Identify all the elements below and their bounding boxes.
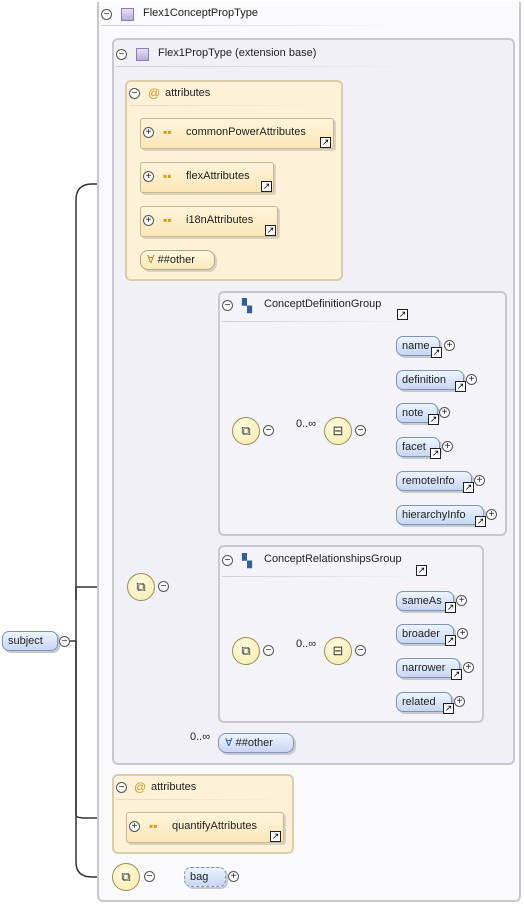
expand-icon[interactable]: + (143, 215, 154, 226)
expand-icon[interactable]: + (466, 374, 477, 385)
at-icon: @ (134, 780, 147, 794)
sequence-compositor-icon[interactable]: ⧉ (232, 417, 260, 445)
cardinality-label: 0..∞ (296, 638, 317, 650)
expand-icon[interactable]: + (143, 171, 154, 182)
element-remoteinfo[interactable]: remoteInfo (396, 471, 472, 491)
complex-type-icon (136, 48, 149, 61)
attributes-title: attributes (151, 781, 197, 793)
sequence-compositor-icon[interactable]: ⧉ (112, 863, 140, 891)
link-arrow-icon[interactable]: ↗ (416, 565, 427, 576)
cardinality-label: 0..∞ (190, 731, 211, 743)
complex-type-label: Flex1ConceptPropType (143, 7, 258, 19)
expand-icon[interactable]: + (454, 696, 465, 707)
element-bag[interactable]: bag (184, 867, 226, 887)
link-arrow-icon[interactable]: ↗ (475, 516, 486, 527)
link-arrow-icon[interactable]: ↗ (463, 482, 474, 493)
expand-icon[interactable]: + (463, 662, 474, 673)
collapse-icon[interactable]: − (263, 645, 274, 656)
link-arrow-icon[interactable]: ↗ (430, 448, 441, 459)
complex-type-icon (121, 8, 134, 21)
subject-element[interactable]: subject (2, 631, 58, 651)
collapse-icon[interactable]: − (116, 782, 127, 793)
attribute-group-icon: ▪▪ (163, 213, 172, 227)
any-element[interactable]: ∀ ##other (218, 733, 294, 753)
link-arrow-icon[interactable]: ↗ (320, 137, 331, 148)
collapse-icon[interactable]: − (101, 9, 112, 20)
sequence-compositor-icon[interactable]: ⧉ (127, 573, 155, 601)
link-arrow-icon[interactable]: ↗ (455, 381, 466, 392)
link-arrow-icon[interactable]: ↗ (451, 669, 462, 680)
attribute-group-label: i18nAttributes (186, 214, 254, 226)
expand-icon[interactable]: + (444, 340, 455, 351)
divider (116, 799, 286, 800)
divider (101, 25, 401, 26)
collapse-icon[interactable]: − (355, 645, 366, 656)
divider (129, 105, 329, 106)
collapse-icon[interactable]: − (263, 425, 274, 436)
link-arrow-icon[interactable]: ↗ (443, 703, 454, 714)
at-icon: @ (148, 86, 161, 100)
attributes-title: attributes (165, 87, 211, 99)
attribute-group-label: commonPowerAttributes (186, 126, 306, 138)
any-attribute-label: ##other (157, 254, 195, 266)
link-arrow-icon[interactable]: ↗ (265, 225, 276, 236)
expand-icon[interactable]: + (456, 595, 467, 606)
attribute-group-icon: ▪▪ (163, 125, 172, 139)
collapse-icon[interactable]: − (158, 581, 169, 592)
element-definition[interactable]: definition (396, 370, 464, 390)
wildcard-icon: ∀ (225, 737, 233, 749)
any-attribute[interactable]: ∀ ##other (140, 250, 215, 270)
choice-compositor-icon[interactable]: ⊟ (324, 417, 352, 445)
collapse-icon[interactable]: − (129, 88, 140, 99)
attribute-group-label: quantifyAttributes (172, 820, 257, 832)
choice-compositor-icon[interactable]: ⊟ (324, 637, 352, 665)
divider (116, 66, 416, 67)
group-label: ConceptRelationshipsGroup (264, 553, 402, 565)
collapse-icon[interactable]: − (116, 49, 127, 60)
expand-icon[interactable]: + (474, 475, 485, 486)
expand-icon[interactable]: + (129, 821, 140, 832)
collapse-icon[interactable]: − (144, 871, 155, 882)
group-icon: ▚ (242, 298, 252, 313)
group-icon: ▚ (242, 553, 252, 568)
link-arrow-icon[interactable]: ↗ (270, 831, 281, 842)
element-hierarchyinfo[interactable]: hierarchyInfo (396, 505, 484, 525)
divider (222, 576, 422, 577)
any-element-label: ##other (235, 737, 273, 749)
collapse-icon[interactable]: − (355, 425, 366, 436)
divider (222, 321, 422, 322)
cardinality-label: 0..∞ (296, 418, 317, 430)
collapse-icon[interactable]: − (222, 555, 233, 566)
link-arrow-icon[interactable]: ↗ (428, 414, 439, 425)
attribute-group-icon: ▪▪ (163, 169, 172, 183)
link-arrow-icon[interactable]: ↗ (445, 635, 456, 646)
expand-icon[interactable]: + (486, 509, 497, 520)
attribute-group-icon: ▪▪ (149, 819, 158, 833)
collapse-icon[interactable]: − (222, 300, 233, 311)
expand-icon[interactable]: + (143, 127, 154, 138)
link-arrow-icon[interactable]: ↗ (397, 309, 408, 320)
sequence-compositor-icon[interactable]: ⧉ (232, 637, 260, 665)
wildcard-icon: ∀ (147, 254, 155, 266)
group-label: ConceptDefinitionGroup (264, 298, 382, 310)
extension-label: Flex1PropType (extension base) (158, 47, 317, 59)
expand-icon[interactable]: + (457, 628, 468, 639)
link-arrow-icon[interactable]: ↗ (445, 602, 456, 613)
subject-label: subject (8, 635, 43, 647)
collapse-icon[interactable]: − (59, 636, 70, 647)
expand-icon[interactable]: + (442, 441, 453, 452)
link-arrow-icon[interactable]: ↗ (431, 347, 442, 358)
link-arrow-icon[interactable]: ↗ (261, 181, 272, 192)
attribute-group-label: flexAttributes (186, 170, 250, 182)
group-box (218, 291, 507, 536)
expand-icon[interactable]: + (228, 871, 239, 882)
expand-icon[interactable]: + (439, 407, 450, 418)
